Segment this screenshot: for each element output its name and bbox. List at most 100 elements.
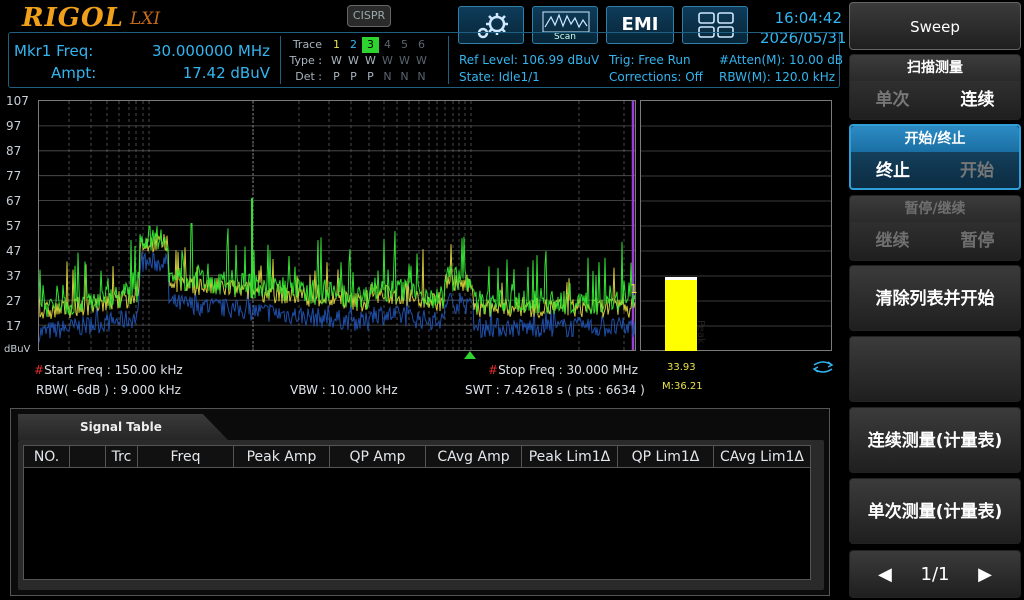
- trace-det: N: [400, 70, 409, 83]
- rbw-m: RBW(M): 120.0 kHz: [719, 70, 836, 84]
- start-option[interactable]: 开始: [935, 152, 1019, 190]
- pause-resume-head: 暂停/继续: [850, 196, 1020, 222]
- scan-single-option[interactable]: 单次: [850, 81, 935, 119]
- cispr-button[interactable]: CISPR: [347, 5, 391, 27]
- clear-list-restart-label: 清除列表并开始: [875, 289, 995, 309]
- trace-type: W: [382, 54, 393, 67]
- pause-resume-softkey[interactable]: 暂停/继续 继续 暂停: [849, 195, 1021, 261]
- start-freq[interactable]: #Start Freq : 150.00 kHz: [34, 363, 183, 377]
- spectrum-plot[interactable]: [38, 100, 636, 351]
- lxi-logo: LXI: [130, 9, 161, 29]
- trace-det: N: [417, 70, 426, 83]
- empty-softkey: [849, 336, 1021, 402]
- divider: [280, 36, 281, 84]
- state: State: Idle1/1: [459, 70, 540, 84]
- marker-values[interactable]: 30.000000 MHz 17.42 dBuV: [140, 40, 270, 84]
- y-tick: 27: [6, 294, 22, 308]
- marker-ampt-value: 17.42 dBuV: [182, 64, 270, 82]
- rbw[interactable]: RBW( -6dB ) : 9.000 kHz: [36, 383, 181, 397]
- single-meter-button[interactable]: 单次测量(计量表): [849, 478, 1021, 544]
- ref-level-info[interactable]: Ref Level: 106.99 dBuV State: Idle1/1: [459, 52, 599, 86]
- sweep-cycle-icon[interactable]: [812, 360, 834, 374]
- peak-bar-max: M:36.21: [662, 381, 703, 392]
- menu-title-sweep[interactable]: Sweep: [849, 2, 1021, 50]
- menu-title: Sweep: [910, 18, 960, 36]
- peak-max-indicator: [665, 277, 697, 280]
- trace-type: W: [399, 54, 410, 67]
- trace-det: P: [333, 70, 340, 83]
- page-navigator: ◀ 1/1 ▶: [849, 550, 1021, 598]
- stop-freq-text: Stop Freq : 30.000 MHz: [498, 363, 639, 377]
- page-indicator: 1/1: [920, 563, 950, 585]
- trace-number: 5: [401, 38, 408, 51]
- signal-table-tab[interactable]: Signal Table: [18, 414, 228, 440]
- start-stop-softkey[interactable]: 开始/终止 终止 开始: [849, 124, 1021, 190]
- y-tick: 67: [6, 194, 22, 208]
- vbw[interactable]: VBW : 10.000 kHz: [290, 383, 398, 397]
- start-stop-head: 开始/终止: [851, 126, 1019, 152]
- single-meter-label: 单次测量(计量表): [867, 502, 1003, 522]
- y-tick: 87: [6, 144, 22, 158]
- peak-bar-label: Peak: [695, 320, 706, 344]
- trace-type: W: [331, 54, 342, 67]
- y-tick: 47: [6, 244, 22, 258]
- marker-1-tag: 1: [630, 282, 638, 296]
- divider: [448, 36, 449, 84]
- col-flag[interactable]: [70, 446, 106, 467]
- signal-table-header: NO. Trc Freq Peak Amp QP Amp CAvg Amp Pe…: [24, 446, 810, 468]
- col-trc[interactable]: Trc: [106, 446, 138, 467]
- peak-bar-value: 33.93: [667, 362, 696, 373]
- trace-type: W: [348, 54, 359, 67]
- prev-page-icon[interactable]: ◀: [878, 564, 892, 585]
- y-tick: 17: [6, 319, 22, 333]
- stop-freq[interactable]: #Stop Freq : 30.000 MHz: [488, 363, 638, 377]
- sweep-time[interactable]: SWT : 7.42618 s ( pts : 6634 ): [465, 383, 645, 397]
- scan-icon: [542, 11, 590, 33]
- continuous-meter-label: 连续测量(计量表): [867, 431, 1003, 451]
- trace-number: 4: [384, 38, 391, 51]
- continuous-meter-button[interactable]: 连续测量(计量表): [849, 407, 1021, 473]
- col-no[interactable]: NO.: [24, 446, 70, 467]
- trace-number: 3: [362, 37, 379, 53]
- start-freq-text: Start Freq : 150.00 kHz: [44, 363, 183, 377]
- stop-option[interactable]: 终止: [851, 152, 935, 190]
- col-qp-lim[interactable]: QP Lim1Δ: [618, 446, 714, 467]
- scan-measure-softkey[interactable]: 扫描测量 单次 连续: [849, 54, 1021, 120]
- marker-labels: Mkr1 Freq: Ampt:: [14, 40, 96, 84]
- signal-table[interactable]: NO. Trc Freq Peak Amp QP Amp CAvg Amp Pe…: [23, 445, 811, 580]
- rigol-logo: RIGOL: [22, 3, 124, 33]
- marker-freq-label: Mkr1 Freq:: [14, 42, 94, 60]
- trace-number: 1: [333, 38, 340, 51]
- col-cavg-lim[interactable]: CAvg Lim1Δ: [714, 446, 810, 467]
- y-tick: 97: [6, 119, 22, 133]
- det-label: Det :: [295, 70, 322, 83]
- trace-number: 6: [418, 38, 425, 51]
- clear-list-restart-button[interactable]: 清除列表并开始: [849, 265, 1021, 331]
- trigger: Trig: Free Run: [609, 53, 691, 67]
- col-peak-amp[interactable]: Peak Amp: [234, 446, 330, 467]
- col-cavg-amp[interactable]: CAvg Amp: [426, 446, 522, 467]
- col-freq[interactable]: Freq: [138, 446, 234, 467]
- trace-det: P: [367, 70, 374, 83]
- y-unit: dBuV: [4, 344, 31, 355]
- peak-level-bar: [665, 277, 697, 351]
- corrections: Corrections: Off: [609, 70, 703, 84]
- trace-det: N: [383, 70, 392, 83]
- clock-time: 16:04:42: [774, 9, 842, 27]
- next-page-icon[interactable]: ▶: [978, 564, 992, 585]
- atten: #Atten(M): 10.00 dB: [719, 53, 844, 67]
- atten-info[interactable]: #Atten(M): 10.00 dB RBW(M): 120.0 kHz: [719, 52, 843, 86]
- trace-det: P: [350, 70, 357, 83]
- spectrum-svg: [38, 101, 636, 350]
- scan-measure-head: 扫描测量: [850, 55, 1020, 81]
- center-marker-icon: [464, 351, 476, 359]
- col-qp-amp[interactable]: QP Amp: [330, 446, 426, 467]
- trace-table[interactable]: Trace : 1 2 3 4 5 6 Type : W W W W W W D…: [288, 37, 430, 85]
- pause-option[interactable]: 暂停: [935, 222, 1020, 260]
- y-tick: 77: [6, 169, 22, 183]
- trace-type: W: [416, 54, 427, 67]
- col-peak-lim[interactable]: Peak Lim1Δ: [522, 446, 618, 467]
- trigger-info[interactable]: Trig: Free Run Corrections: Off: [609, 52, 703, 86]
- scan-continuous-option[interactable]: 连续: [935, 81, 1020, 119]
- resume-option[interactable]: 继续: [850, 222, 935, 260]
